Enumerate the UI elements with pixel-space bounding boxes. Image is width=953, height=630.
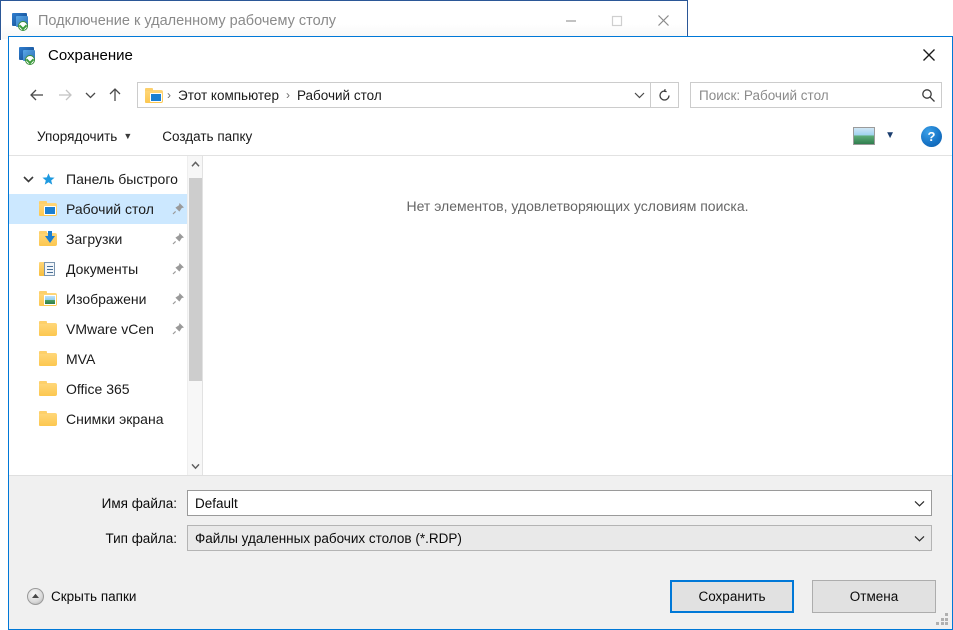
tree-item-quick-access[interactable]: Панель быстрого	[9, 164, 187, 194]
up-arrow-icon[interactable]	[101, 81, 129, 109]
cancel-button[interactable]: Отмена	[812, 579, 936, 613]
folder-desktop-icon	[39, 201, 58, 217]
recent-locations-chevron-down-icon[interactable]	[79, 81, 101, 109]
search-input[interactable]	[691, 87, 915, 103]
folder-icon	[39, 321, 58, 337]
filetype-chevron-down-icon[interactable]	[907, 535, 931, 542]
filename-combobox[interactable]	[187, 490, 932, 516]
pin-icon[interactable]	[172, 322, 185, 335]
sidebar-item-office-365[interactable]: Office 365	[9, 374, 187, 404]
sidebar-item-screenshots[interactable]: Снимки экрана	[9, 404, 187, 434]
refresh-icon[interactable]	[651, 82, 679, 108]
navigation-pane-scrollbar[interactable]	[187, 156, 202, 475]
organize-label: Упорядочить	[37, 128, 118, 144]
file-fields-area: Имя файла: Тип файла: Файлы удаленных ра…	[9, 475, 952, 563]
new-folder-button[interactable]: Создать папку	[156, 123, 258, 149]
folder-icon	[39, 351, 58, 367]
search-box[interactable]	[690, 82, 942, 108]
sidebar-item-label: Снимки экрана	[66, 411, 164, 427]
maximize-icon[interactable]	[594, 2, 640, 39]
dialog-titlebar[interactable]: Сохранение	[9, 37, 952, 73]
remote-desktop-icon	[19, 46, 39, 65]
dialog-footer: Скрыть папки Сохранить Отмена	[9, 563, 952, 629]
remote-desktop-window: Подключение к удаленному рабочему столу	[0, 0, 688, 40]
pin-icon[interactable]	[172, 262, 185, 275]
breadcrumb-separator: ›	[167, 88, 171, 102]
sidebar-item-desktop[interactable]: Рабочий стол	[9, 194, 187, 224]
view-chevron-down-icon[interactable]: ▼	[885, 131, 895, 141]
search-icon[interactable]	[915, 88, 941, 103]
chevron-down-icon: ▼	[123, 130, 133, 141]
filename-input[interactable]	[188, 495, 907, 511]
dialog-body: Панель быстрого Рабочий стол Загрузки До…	[9, 155, 952, 475]
save-button[interactable]: Сохранить	[670, 579, 794, 613]
address-bar[interactable]: › Этот компьютер › Рабочий стол	[137, 82, 651, 108]
sidebar-item-label: VMware vCen	[66, 321, 154, 337]
folder-icon	[39, 411, 58, 427]
file-list-pane[interactable]: Нет элементов, удовлетворяющих условиям …	[203, 156, 952, 475]
desktop-folder-icon	[145, 87, 163, 103]
save-dialog: Сохранение › Этот компьютер › Рабочий ст…	[8, 36, 953, 630]
back-arrow-icon[interactable]	[23, 81, 51, 109]
sidebar-item-downloads[interactable]: Загрузки	[9, 224, 187, 254]
filetype-label: Тип файла:	[105, 530, 177, 546]
address-chevron-down-icon[interactable]	[628, 83, 650, 107]
filename-chevron-down-icon[interactable]	[907, 500, 931, 507]
sidebar-item-label: Загрузки	[66, 231, 123, 247]
breadcrumb-separator: ›	[285, 88, 290, 102]
navigation-pane: Панель быстрого Рабочий стол Загрузки До…	[9, 156, 203, 475]
new-folder-label: Создать папку	[162, 128, 253, 144]
remote-desktop-title: Подключение к удаленному рабочему столу	[38, 12, 337, 29]
filetype-value: Файлы удаленных рабочих столов (*.RDP)	[195, 530, 462, 546]
hide-folders-button[interactable]: Скрыть папки	[27, 587, 137, 605]
scrollbar-chevron-up-icon[interactable]	[188, 156, 202, 173]
star-icon	[39, 171, 58, 187]
scrollbar-chevron-down-icon[interactable]	[188, 458, 202, 475]
pin-icon[interactable]	[172, 292, 185, 305]
folder-documents-icon	[39, 261, 58, 277]
dialog-title: Сохранение	[48, 46, 133, 64]
navigation-bar: › Этот компьютер › Рабочий стол	[9, 73, 952, 117]
organize-button[interactable]: Упорядочить ▼	[31, 123, 138, 149]
sidebar-item-label: MVA	[66, 351, 96, 367]
pin-icon[interactable]	[172, 202, 185, 215]
close-icon[interactable]	[906, 38, 952, 73]
filetype-combobox[interactable]: Файлы удаленных рабочих столов (*.RDP)	[187, 525, 932, 551]
command-bar: Упорядочить ▼ Создать папку ▼ ?	[9, 117, 952, 155]
view-layout-icon[interactable]	[853, 127, 876, 145]
close-icon[interactable]	[640, 2, 686, 39]
hide-folders-label: Скрыть папки	[51, 588, 137, 604]
minimize-icon[interactable]	[548, 2, 594, 39]
filetype-row: Тип файла: Файлы удаленных рабочих столо…	[29, 525, 932, 551]
remote-desktop-titlebar[interactable]: Подключение к удаленному рабочему столу	[2, 2, 686, 39]
remote-desktop-icon	[12, 12, 30, 31]
folder-icon	[39, 381, 58, 397]
sidebar-item-documents[interactable]: Документы	[9, 254, 187, 284]
filename-row: Имя файла:	[29, 490, 932, 516]
caption-buttons	[548, 2, 686, 39]
forward-arrow-icon	[51, 81, 79, 109]
tree-item-label: Панель быстрого	[66, 171, 178, 187]
folder-pictures-icon	[39, 291, 58, 307]
sidebar-item-label: Рабочий стол	[66, 201, 154, 217]
sidebar-item-vmware-vcenter[interactable]: VMware vCen	[9, 314, 187, 344]
sidebar-item-mva[interactable]: MVA	[9, 344, 187, 374]
pin-icon[interactable]	[172, 232, 185, 245]
empty-state-message: Нет элементов, удовлетворяющих условиям …	[406, 198, 749, 214]
sidebar-item-label: Документы	[66, 261, 139, 277]
folder-downloads-icon	[39, 231, 58, 247]
sidebar-item-pictures[interactable]: Изображени	[9, 284, 187, 314]
navigation-tree: Панель быстрого Рабочий стол Загрузки До…	[9, 156, 187, 434]
sidebar-item-label: Office 365	[66, 381, 130, 397]
filename-label: Имя файла:	[101, 495, 177, 511]
chevron-down-icon[interactable]	[17, 175, 39, 183]
breadcrumb-item-desktop[interactable]: Рабочий стол	[295, 88, 384, 103]
help-button[interactable]: ?	[921, 125, 942, 147]
scrollbar-thumb[interactable]	[189, 178, 202, 381]
collapse-up-icon	[27, 587, 44, 605]
sidebar-item-label: Изображени	[66, 291, 147, 307]
resize-grip[interactable]	[936, 613, 949, 626]
breadcrumb-item-computer[interactable]: Этот компьютер	[176, 88, 281, 103]
